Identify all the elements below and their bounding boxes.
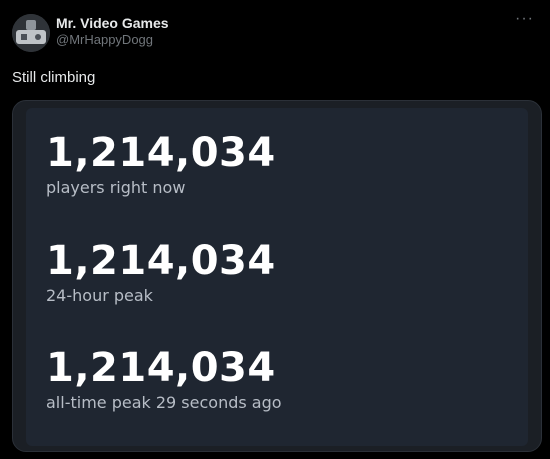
stat-value: 1,214,034 [46,345,276,391]
more-options-icon[interactable]: ··· [515,11,534,27]
stat-label: all-time peak 29 seconds ago [46,393,282,412]
tweet: Mr. Video Games @MrHappyDogg ··· Still c… [0,0,550,459]
tweet-text: Still climbing [12,69,96,86]
stat-all-time-peak: 1,214,034 all-time peak 29 seconds ago [46,345,282,412]
stat-24-hour-peak: 1,214,034 24-hour peak [46,238,276,305]
author-names: Mr. Video Games @MrHappyDogg [56,15,169,48]
author-display-name[interactable]: Mr. Video Games [56,15,169,31]
author-handle[interactable]: @MrHappyDogg [56,32,169,48]
tweet-media[interactable]: 1,214,034 players right now 1,214,034 24… [12,100,542,452]
tweet-header: Mr. Video Games @MrHappyDogg [12,14,169,52]
stat-value: 1,214,034 [46,238,276,284]
stat-label: players right now [46,178,186,197]
avatar[interactable] [12,14,50,52]
stats-card: 1,214,034 players right now 1,214,034 24… [26,108,528,446]
avatar-icon [12,14,50,52]
stat-value: 1,214,034 [46,130,276,176]
stat-players-now: 1,214,034 players right now [46,130,276,197]
stat-label: 24-hour peak [46,286,153,305]
